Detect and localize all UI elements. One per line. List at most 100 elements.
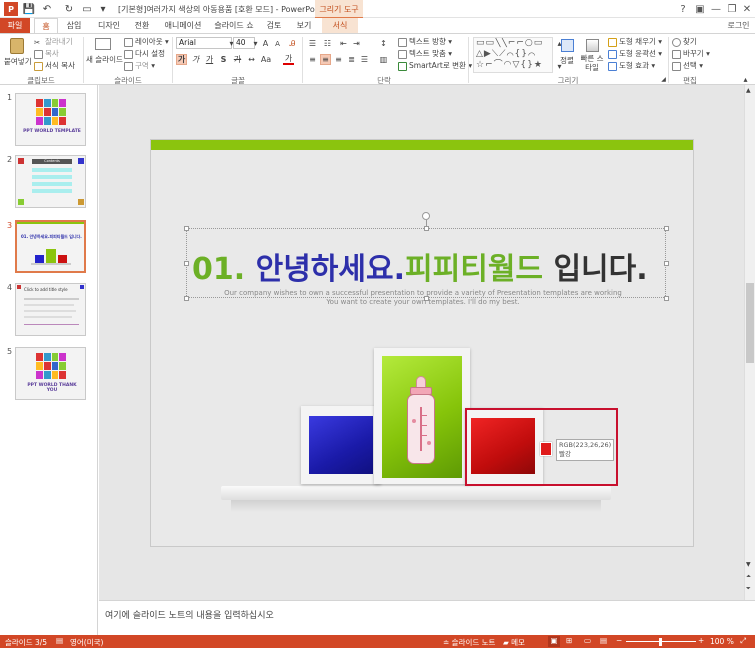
- spellcheck-icon[interactable]: ▤: [56, 636, 63, 645]
- tab-view[interactable]: 보기: [292, 18, 316, 34]
- slideshow-icon[interactable]: ▤: [600, 636, 607, 645]
- slide-thumbnail-2[interactable]: Contents: [15, 155, 86, 208]
- smartart-button[interactable]: SmartArt로 변환 ▾: [398, 60, 472, 71]
- underline-button[interactable]: 가: [204, 54, 215, 65]
- white-shelf: [221, 486, 611, 500]
- tab-slideshow[interactable]: 슬라이드 쇼: [212, 18, 256, 34]
- align-left-icon[interactable]: ≡: [307, 54, 318, 65]
- shape-outline-button[interactable]: 도형 윤곽선 ▾: [608, 48, 662, 59]
- sign-in-link[interactable]: 로그인: [722, 18, 755, 34]
- tab-review[interactable]: 검토: [262, 18, 286, 34]
- resize-handle[interactable]: [664, 261, 669, 266]
- section-button[interactable]: 구역 ▾: [124, 60, 155, 71]
- resize-handle[interactable]: [184, 226, 189, 231]
- decrease-font-icon[interactable]: A: [272, 38, 283, 49]
- align-center-icon[interactable]: ≡: [320, 54, 331, 65]
- numbering-icon[interactable]: ☷: [322, 38, 333, 49]
- scroll-down-icon[interactable]: ▼: [746, 561, 751, 568]
- char-spacing-icon[interactable]: ↔: [246, 54, 257, 65]
- bold-button[interactable]: 가: [176, 54, 187, 65]
- shapes-gallery[interactable]: ▭▭╲╲⌐⌐○▭ △▶⟍⟋⌒{}⌒ ☆⌐⌒◠▽{}★: [473, 37, 553, 73]
- quick-styles-button[interactable]: 빠른 스타일: [580, 37, 604, 73]
- notes-toggle[interactable]: ≐ 슬라이드 노트: [443, 637, 495, 648]
- font-name-field[interactable]: Arial: [176, 37, 232, 49]
- tab-home[interactable]: 홈: [34, 18, 58, 34]
- zoom-out-icon[interactable]: −: [616, 636, 622, 645]
- reading-view-icon[interactable]: ▭: [584, 636, 591, 645]
- cut-button[interactable]: ✂ 잘라내기: [34, 36, 73, 47]
- close-button[interactable]: ✕: [737, 1, 755, 17]
- zoom-in-icon[interactable]: +: [698, 636, 704, 645]
- tab-transitions[interactable]: 전환: [130, 18, 154, 34]
- justify-icon[interactable]: ≣: [346, 54, 357, 65]
- redo-icon[interactable]: ↻: [62, 2, 76, 16]
- tab-animations[interactable]: 애니메이션: [160, 18, 206, 34]
- tab-file[interactable]: 파일: [0, 18, 30, 34]
- language-indicator[interactable]: 영어(미국): [70, 637, 103, 648]
- clear-formatting-icon[interactable]: Ꭿ: [287, 38, 298, 49]
- collapse-ribbon-icon[interactable]: ▴: [740, 74, 751, 85]
- comments-toggle[interactable]: ▰ 메모: [503, 637, 525, 648]
- columns-icon[interactable]: ▥: [378, 54, 389, 65]
- resize-handle[interactable]: [184, 261, 189, 266]
- next-slide-icon[interactable]: ⏷: [746, 585, 751, 593]
- text-shadow-button[interactable]: S: [218, 54, 229, 65]
- align-text-button[interactable]: 텍스트 맞춤 ▾: [398, 48, 452, 59]
- increase-font-icon[interactable]: A: [260, 38, 271, 49]
- align-right-icon[interactable]: ≡: [333, 54, 344, 65]
- format-painter-button[interactable]: 서식 복사: [34, 60, 75, 71]
- reset-button[interactable]: 다시 설정: [124, 48, 165, 59]
- text-direction-button[interactable]: 텍스트 방향 ▾: [398, 36, 452, 47]
- rotate-handle[interactable]: [422, 212, 430, 220]
- change-case-icon[interactable]: Aa: [259, 54, 273, 65]
- shape-effects-button[interactable]: 도형 효과 ▾: [608, 60, 655, 71]
- notes-pane[interactable]: 여기에 슬라이드 노트의 내용을 입력하십시오: [99, 600, 755, 635]
- scrollbar-thumb[interactable]: [746, 283, 754, 363]
- zoom-level[interactable]: 100 %: [710, 637, 734, 646]
- title-placeholder[interactable]: 01. 안녕하세요.피피티월드 입니다.: [184, 226, 669, 301]
- paste-button[interactable]: 붙여넣기: [4, 37, 32, 73]
- shape-fill-button[interactable]: 도형 채우기 ▾: [608, 36, 662, 47]
- save-icon[interactable]: 💾: [22, 2, 36, 16]
- vertical-scrollbar[interactable]: ▲ ▼ ⏶ ⏷: [744, 85, 755, 600]
- zoom-slider-thumb[interactable]: [659, 638, 662, 646]
- slide-thumbnail-5[interactable]: PPT WORLD THANK YOU: [15, 347, 86, 400]
- find-button[interactable]: 찾기: [672, 36, 697, 47]
- line-spacing-icon[interactable]: ↕: [378, 38, 389, 49]
- tab-design[interactable]: 디자인: [92, 18, 126, 34]
- decrease-indent-icon[interactable]: ⇤: [338, 38, 349, 49]
- distribute-icon[interactable]: ☰: [359, 54, 370, 65]
- select-button[interactable]: 선택 ▾: [672, 60, 703, 71]
- new-slide-button[interactable]: 새 슬라이드: [86, 37, 123, 73]
- color-tooltip: RGB(223,26,26) 빨강: [556, 439, 614, 461]
- align-text-label: 텍스트 맞춤: [409, 49, 446, 58]
- increase-indent-icon[interactable]: ⇥: [351, 38, 362, 49]
- layout-button[interactable]: 레이아웃 ▾: [124, 36, 169, 47]
- bullets-icon[interactable]: ☰: [307, 38, 318, 49]
- slide-thumbnail-3[interactable]: 01. 안녕하세요.피피티월드 입니다.: [15, 220, 86, 273]
- resize-handle[interactable]: [664, 226, 669, 231]
- window-title: [기본형]여러가지 색상의 아동용품 [호환 모드] - PowerPoint: [118, 5, 326, 14]
- resize-handle[interactable]: [424, 226, 429, 231]
- slide-thumbnail-1[interactable]: PPT WORLD TEMPLATE: [15, 93, 86, 146]
- slide-sorter-icon[interactable]: ⊞: [566, 636, 572, 645]
- replace-button[interactable]: 바꾸기 ▾: [672, 48, 710, 59]
- top-green-bar: [151, 140, 693, 150]
- copy-button[interactable]: 복사: [34, 48, 59, 59]
- section-icon: [124, 61, 133, 71]
- slide-canvas[interactable]: 01. 안녕하세요.피피티월드 입니다. Our company wishes …: [150, 139, 694, 547]
- slide-thumbnail-4[interactable]: Click to add title style: [15, 283, 86, 336]
- previous-slide-icon[interactable]: ⏶: [746, 573, 751, 581]
- fit-slide-icon[interactable]: ⤢: [740, 636, 746, 646]
- tab-format[interactable]: 서식: [322, 18, 358, 34]
- undo-icon[interactable]: ↶: [40, 2, 54, 16]
- scroll-up-icon[interactable]: ▲: [746, 87, 751, 94]
- italic-button[interactable]: 가: [190, 54, 201, 65]
- customize-qat-icon[interactable]: ▾: [96, 2, 110, 16]
- start-slideshow-icon[interactable]: ▭: [80, 2, 94, 16]
- font-color-icon[interactable]: 가: [283, 54, 294, 65]
- arrange-button[interactable]: 정렬: [556, 37, 578, 73]
- normal-view-icon[interactable]: ▣: [548, 636, 560, 647]
- tab-insert[interactable]: 삽입: [62, 18, 86, 34]
- strikethrough-button[interactable]: 가: [232, 54, 243, 65]
